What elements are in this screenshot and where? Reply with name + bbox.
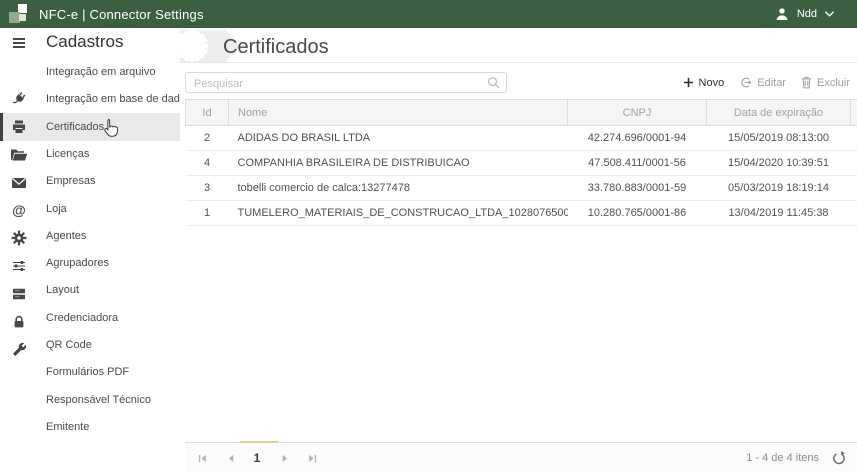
sidebar-item-formularios-pdf[interactable]: Formulários PDF [46,359,129,385]
app-title: NFC-e | Connector Settings [39,7,204,22]
page-number-current[interactable]: 1 [248,449,266,467]
table-cell: 15/05/2019 08:13:00 [707,126,851,151]
sidebar-section-title: Cadastros [46,28,123,56]
table-cell: 4 [186,151,229,176]
plug-icon[interactable] [10,90,28,108]
sidebar-item-agrupadores[interactable]: Agrupadores [46,250,109,276]
certificates-grid: IdNomeCNPJData de expiração 2ADIDAS DO B… [185,99,857,226]
pager-summary: 1 - 4 de 4 itens [746,443,819,474]
table-cell-spacer [851,201,857,226]
column-header-data-de-expiracao[interactable]: Data de expiração [707,100,851,126]
sidebar-item-licencas[interactable]: Licenças [46,141,89,167]
decorative-gear-icon [175,29,209,63]
table-cell: 15/04/2020 10:39:51 [707,151,851,176]
table-cell: 3 [186,176,229,201]
gear-icon[interactable] [10,229,28,247]
table-cell: 10.280.765/0001-86 [568,201,707,226]
pager: 1 1 - 4 de 4 itens [185,442,857,473]
server-icon[interactable] [10,285,28,303]
delete-button[interactable]: Excluir [801,76,850,89]
sidebar-item-empresas[interactable]: Empresas [46,168,96,194]
search-box [185,72,507,93]
table-row[interactable]: 1TUMELERO_MATERIAIS_DE_CONSTRUCAO_LTDA_1… [186,201,857,226]
page-title: Certificados [223,32,329,62]
table-cell: COMPANHIA BRASILEIRA DE DISTRIBUICAO [229,151,568,176]
previous-page-button[interactable] [221,449,239,467]
title-divider [180,62,857,63]
user-menu[interactable]: Ndd [774,6,835,22]
sidebar-item-emitente[interactable]: Emitente [46,414,89,440]
main-content: Certificados Novo Editar Excluir [180,28,857,474]
wrench-icon[interactable] [10,341,28,359]
table-row[interactable]: 2ADIDAS DO BRASIL LTDA42.274.696/0001-94… [186,126,857,151]
table-cell: 33.780.883/0001-59 [568,176,707,201]
next-page-button[interactable] [276,449,294,467]
new-button[interactable]: Novo [683,77,725,89]
column-header-nome[interactable]: Nome [229,100,568,126]
refresh-icon[interactable] [831,450,847,466]
table-cell: 47.508.411/0001-56 [568,151,707,176]
selected-page-indicator [240,441,278,443]
column-header-cnpj[interactable]: CNPJ [568,100,707,126]
sidebar-item-layout[interactable]: Layout [46,277,79,303]
sidebar-item-integracao-em-base-de-dados[interactable]: Integração em base de dados [46,86,192,112]
edit-icon [739,76,752,89]
table-row[interactable]: 3tobelli comercio de calca:1327747833.78… [186,176,857,201]
table-cell-spacer [851,176,857,201]
first-page-button[interactable] [193,449,211,467]
grid-body: 2ADIDAS DO BRASIL LTDA42.274.696/0001-94… [186,126,857,226]
mouse-cursor-hand [103,118,119,138]
table-cell: ADIDAS DO BRASIL LTDA [229,126,568,151]
toolbar: Novo Editar Excluir [683,72,850,93]
menu-icon[interactable] [10,34,28,52]
user-name: Ndd [797,8,817,20]
printer-icon[interactable] [10,118,28,136]
column-header-id[interactable]: Id [186,100,229,126]
grid-header-row: IdNomeCNPJData de expiração [186,100,857,126]
at-icon[interactable]: @ [10,201,28,219]
column-header-spacer [851,100,857,126]
sidebar-item-credenciadora[interactable]: Credenciadora [46,305,118,331]
edit-button[interactable]: Editar [739,76,786,89]
plus-icon [683,77,694,88]
sidebar-item-agentes[interactable]: Agentes [46,223,86,249]
table-row[interactable]: 4COMPANHIA BRASILEIRA DE DISTRIBUICAO47.… [186,151,857,176]
sidebar-item-responsavel-tecnico[interactable]: Responsável Técnico [46,387,151,413]
last-page-button[interactable] [303,449,321,467]
table-cell: TUMELERO_MATERIAIS_DE_CONSTRUCAO_LTDA_10… [229,201,568,226]
sidebar-item-qr-code[interactable]: QR Code [46,332,92,358]
search-input[interactable] [192,73,486,94]
envelope-icon[interactable] [10,174,28,192]
table-cell-spacer [851,151,857,176]
sidebar-item-integracao-em-arquivo[interactable]: Integração em arquivo [46,59,155,85]
sidebar-selected-bar [0,113,3,141]
trash-icon [801,76,812,89]
search-icon[interactable] [487,76,500,89]
app-header: NFC-e | Connector Settings Ndd [0,0,857,28]
table-cell: 42.274.696/0001-94 [568,126,707,151]
lock-icon[interactable] [10,313,28,331]
table-cell: 2 [186,126,229,151]
table-cell: 1 [186,201,229,226]
sidebar: Cadastros @ Integração em arquivoIntegra… [0,28,180,474]
sliders-icon[interactable] [10,257,28,275]
folder-open-icon[interactable] [10,146,28,164]
app-logo [7,2,31,26]
table-cell: tobelli comercio de calca:13277478 [229,176,568,201]
user-icon [774,6,790,22]
chevron-down-icon [824,10,835,18]
sidebar-item-certificados[interactable]: Certificados [46,114,104,140]
table-cell-spacer [851,126,857,151]
table-cell: 13/04/2019 11:45:38 [707,201,851,226]
table-cell: 05/03/2019 18:19:14 [707,176,851,201]
sidebar-item-loja[interactable]: Loja [46,196,67,222]
